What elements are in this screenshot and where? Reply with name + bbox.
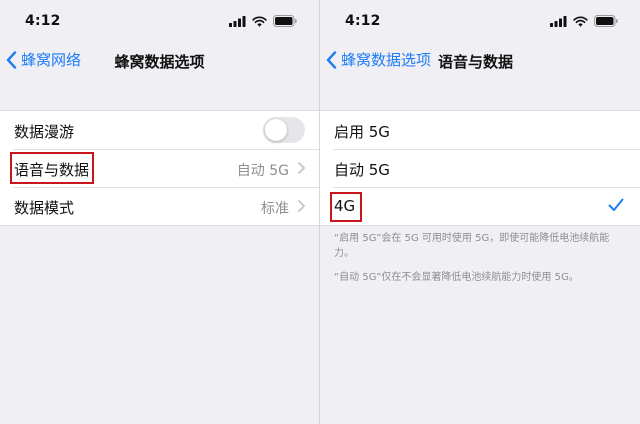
back-button[interactable]: 蜂窝数据选项	[326, 49, 431, 70]
status-icons	[229, 15, 297, 27]
data-roaming-toggle[interactable]	[263, 117, 305, 143]
status-time: 4:12	[345, 13, 381, 29]
screenshot: 4:12 蜂窝网络 蜂窝数据选项 数据漫游 语音与数据 自动 5G 数据模式 标…	[0, 0, 640, 424]
checkmark-icon	[608, 198, 624, 211]
battery-icon	[273, 15, 297, 27]
signal-icon	[550, 15, 567, 27]
footnote-5g-auto: “自动 5G”仅在不会显著降低电池续航能力时使用 5G。	[334, 272, 579, 283]
option-row-4g[interactable]: 4G	[320, 187, 640, 225]
option-label: 自动 5G	[334, 161, 390, 179]
row-label: 数据模式	[14, 199, 75, 217]
option-row-5g-on[interactable]: 启用 5G	[320, 111, 640, 149]
wifi-icon	[252, 15, 267, 27]
row-value: 标准	[261, 201, 289, 217]
chevron-right-icon	[298, 162, 305, 174]
battery-icon	[594, 15, 618, 27]
highlight-box	[330, 192, 362, 222]
toggle-knob	[265, 119, 287, 141]
status-time: 4:12	[25, 13, 61, 29]
cellular-data-options-screen: 4:12 蜂窝网络 蜂窝数据选项 数据漫游 语音与数据 自动 5G 数据模式 标…	[0, 0, 320, 424]
settings-row-data-roaming: 数据漫游	[0, 111, 319, 149]
highlight-box	[10, 152, 94, 184]
navigation-bar: 蜂窝数据选项 语音与数据	[320, 40, 640, 82]
wifi-icon	[573, 15, 588, 27]
option-row-5g-auto[interactable]: 自动 5G	[320, 149, 640, 187]
option-label: 启用 5G	[334, 123, 390, 141]
settings-group: 数据漫游 语音与数据 自动 5G 数据模式 标准	[0, 110, 319, 226]
status-icons	[550, 15, 618, 27]
back-button-label: 蜂窝数据选项	[341, 51, 432, 69]
page-title: 蜂窝数据选项	[114, 53, 205, 71]
status-bar: 4:12	[0, 0, 319, 40]
navigation-bar: 蜂窝网络 蜂窝数据选项	[0, 40, 319, 82]
settings-row-voice-and-data[interactable]: 语音与数据 自动 5G	[0, 149, 319, 187]
footnote-5g-on: “启用 5G”会在 5G 可用时使用 5G，即使可能降低电池续航能力。	[334, 233, 610, 259]
chevron-right-icon	[298, 200, 305, 212]
settings-row-data-mode[interactable]: 数据模式 标准	[0, 187, 319, 225]
chevron-left-icon	[326, 50, 337, 69]
status-bar: 4:12	[320, 0, 640, 40]
network-options-group: 启用 5G 自动 5G 4G	[320, 110, 640, 226]
page-title: 语音与数据	[438, 53, 514, 71]
row-label: 数据漫游	[14, 123, 75, 141]
row-value: 自动 5G	[236, 163, 289, 179]
voice-and-data-screen: 4:12 蜂窝数据选项 语音与数据 启用 5G 自动 5G 4G “启用 5G”…	[320, 0, 640, 424]
signal-icon	[229, 15, 246, 27]
